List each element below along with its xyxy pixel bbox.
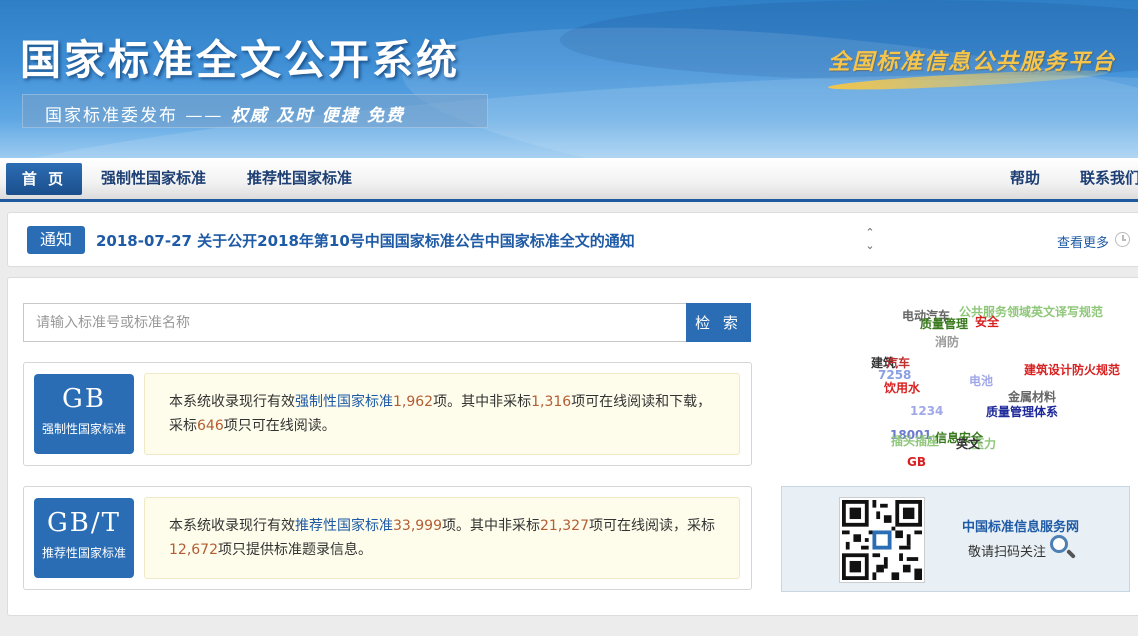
gbt-info: 本系统收录现行有效推荐性国家标准33,999项。其中非采标21,327项可在线阅… xyxy=(144,497,740,579)
badge-code: GB/T xyxy=(47,508,121,538)
standard-type-link[interactable]: 强制性国家标准 xyxy=(295,394,393,410)
qr-code-image xyxy=(839,497,925,583)
magnifier-icon xyxy=(1050,535,1068,553)
info-text: 本系统收录现行有效 xyxy=(169,394,295,410)
slogan-box: 国家标准委发布 —— 权威 及时 便捷 免费 xyxy=(22,94,488,128)
cloud-tag[interactable]: 消防 xyxy=(935,333,959,350)
gbt-card: GB/T 推荐性国家标准 本系统收录现行有效推荐性国家标准33,999项。其中非… xyxy=(23,486,752,590)
gb-card: GB 强制性国家标准 本系统收录现行有效强制性国家标准1,962项。其中非采标1… xyxy=(23,362,752,466)
online-count: 21,327 xyxy=(540,518,589,534)
cloud-tag[interactable]: 质量管理 xyxy=(920,315,968,332)
slogan-dash: —— xyxy=(185,106,224,126)
slogan-word: 及时 xyxy=(276,106,315,126)
cloud-tag[interactable]: 建筑设计防火规范 xyxy=(1024,361,1120,378)
notice-tag: 通知 xyxy=(27,226,85,254)
info-text: 本系统收录现行有效 xyxy=(169,518,295,534)
qr-title: 中国标准信息服务网 xyxy=(962,520,1080,535)
badge-subtitle: 推荐性国家标准 xyxy=(41,546,126,560)
cloud-tag[interactable]: 质量管理体系 xyxy=(986,403,1058,420)
notice-scroll-arrows[interactable]: ⌃ ⌄ xyxy=(863,226,877,252)
info-text: 项只可在线阅读。 xyxy=(223,418,336,434)
nav-contact[interactable]: 联系我们 xyxy=(1080,158,1138,199)
notice-link[interactable]: 2018-07-27 关于公开2018年第10号中国国家标准公告中国家标准全文的… xyxy=(96,230,635,251)
standard-type-link[interactable]: 推荐性国家标准 xyxy=(295,518,393,534)
adopted-count: 12,672 xyxy=(169,542,218,558)
info-text: 项。其中非采标 xyxy=(433,394,532,410)
main-nav: 首 页 强制性国家标准 推荐性国家标准 帮助 联系我们 xyxy=(0,158,1138,202)
badge-subtitle: 强制性国家标准 xyxy=(41,422,126,436)
chevron-up-icon[interactable]: ⌃ xyxy=(863,226,877,239)
gb-badge[interactable]: GB 强制性国家标准 xyxy=(34,374,134,454)
adopted-count: 646 xyxy=(197,418,224,434)
info-text: 项。其中非采标 xyxy=(442,518,540,534)
platform-logo-text: 全国标准信息公共服务平台 xyxy=(828,49,1117,75)
slogan-word: 便捷 xyxy=(321,106,360,126)
total-count: 33,999 xyxy=(393,518,442,534)
search-input[interactable] xyxy=(23,303,687,342)
nav-help[interactable]: 帮助 xyxy=(1010,158,1040,199)
nav-home[interactable]: 首 页 xyxy=(6,163,82,195)
search-button[interactable]: 检 索 xyxy=(686,303,751,342)
slogan-prefix: 国家标准委发布 xyxy=(45,106,178,126)
online-count: 1,316 xyxy=(531,394,572,410)
notice-more-link[interactable]: 查看更多 xyxy=(1057,232,1109,251)
info-text: 项只提供标准题录信息。 xyxy=(218,542,372,558)
qr-subtitle: 敬请扫码关注 xyxy=(968,545,1047,560)
gbt-badge[interactable]: GB/T 推荐性国家标准 xyxy=(34,498,134,578)
nav-recommended-standards[interactable]: 推荐性国家标准 xyxy=(247,158,352,199)
notice-bar: 通知 2018-07-27 关于公开2018年第10号中国国家标准公告中国家标准… xyxy=(7,212,1138,267)
tag-cloud: 电动汽车 公共服务领域英文译写规范 质量管理 安全 消防 建筑 汽车 7258 … xyxy=(860,298,1130,478)
chevron-down-icon[interactable]: ⌄ xyxy=(863,239,877,252)
info-text: 项可在线阅读，采标 xyxy=(589,518,715,534)
cloud-tag[interactable]: 安全 xyxy=(975,313,999,330)
total-count: 1,962 xyxy=(393,394,434,410)
cloud-tag[interactable]: GB xyxy=(907,455,926,469)
slogan-word: 免费 xyxy=(367,106,406,126)
qr-code-panel: 中国标准信息服务网 敬请扫码关注 xyxy=(781,486,1130,592)
cloud-tag[interactable]: 英文 xyxy=(956,435,980,452)
badge-code: GB xyxy=(62,384,106,414)
cloud-tag[interactable]: 电池 xyxy=(969,372,993,389)
slogan: 国家标准委发布 —— 权威 及时 便捷 免费 xyxy=(45,101,405,126)
nav-mandatory-standards[interactable]: 强制性国家标准 xyxy=(101,158,206,199)
header-banner: 国家标准全文公开系统 国家标准委发布 —— 权威 及时 便捷 免费 全国标准信息… xyxy=(0,0,1138,158)
cloud-tag[interactable]: 插头插座 xyxy=(891,432,939,449)
cloud-tag[interactable]: 饮用水 xyxy=(884,379,920,396)
gb-info: 本系统收录现行有效强制性国家标准1,962项。其中非采标1,316项可在线阅读和… xyxy=(144,373,740,455)
slogan-word: 权威 xyxy=(230,106,269,126)
cloud-tag[interactable]: 1234 xyxy=(910,404,943,418)
clock-icon xyxy=(1115,232,1130,247)
site-title: 国家标准全文公开系统 xyxy=(20,36,460,84)
